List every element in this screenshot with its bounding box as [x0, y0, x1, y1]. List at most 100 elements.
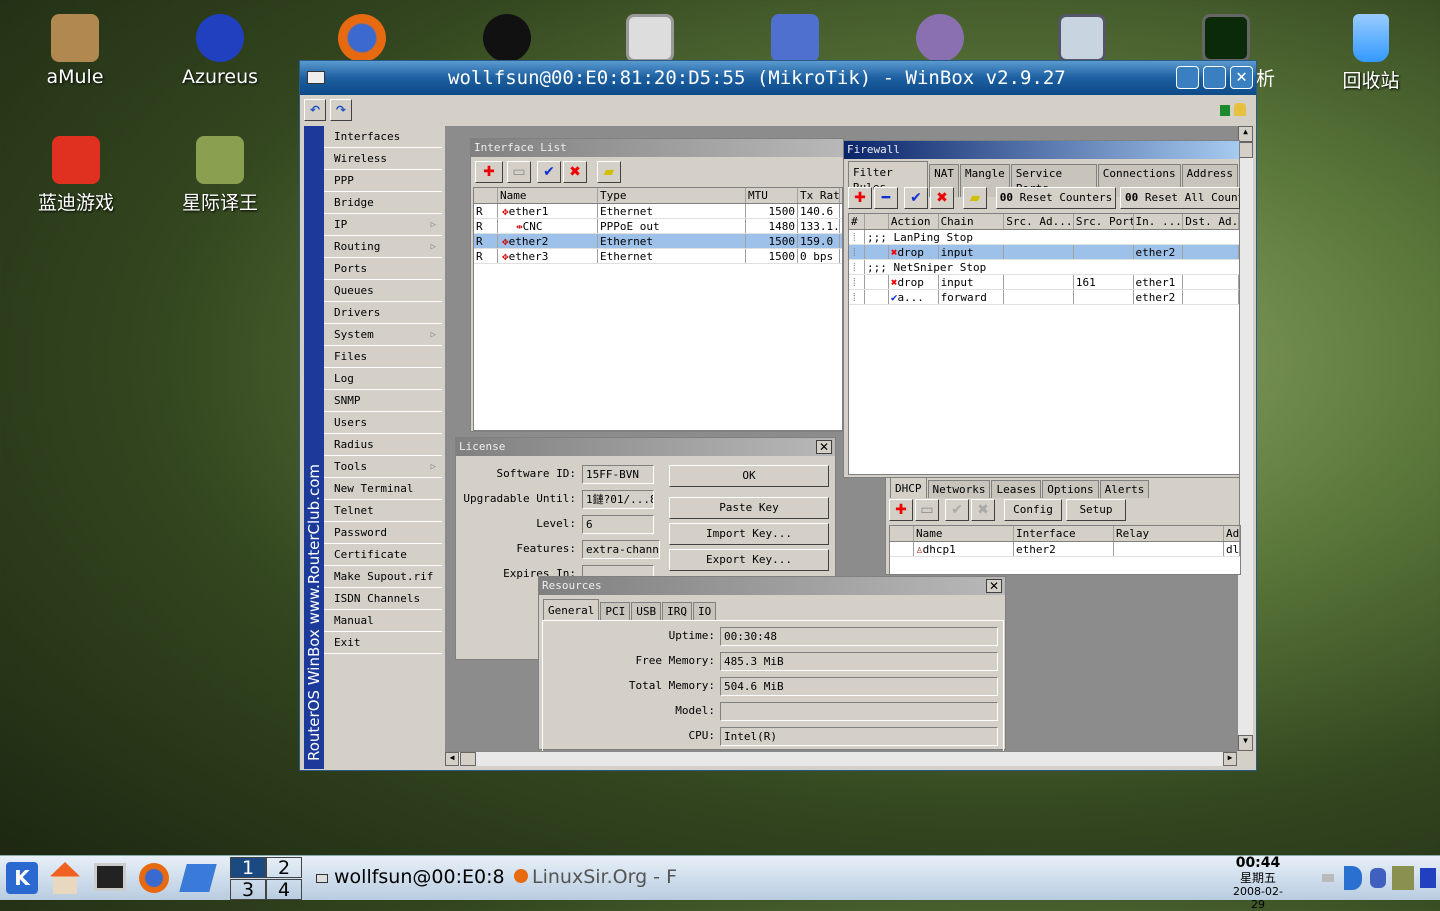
column-header[interactable]: Relay: [1114, 526, 1224, 541]
undo-button[interactable]: ↶: [304, 99, 326, 121]
sidebar-item-wireless[interactable]: Wireless: [324, 148, 442, 170]
add-button[interactable]: ✚: [475, 161, 503, 183]
tab-options[interactable]: Options: [1042, 480, 1099, 498]
tab-irq[interactable]: IRQ: [662, 602, 692, 620]
disable-rule-button[interactable]: ✖: [930, 187, 954, 209]
sidebar-item-log[interactable]: Log: [324, 368, 442, 390]
sidebar-item-certificate[interactable]: Certificate: [324, 544, 442, 566]
rule-row[interactable]: ⁞ ✖drop input 161 ether1: [849, 275, 1240, 290]
remove-rule-button[interactable]: ━: [874, 187, 898, 209]
pager-desktop-2[interactable]: 2: [266, 857, 302, 878]
sidebar-item-new-terminal[interactable]: New Terminal: [324, 478, 442, 500]
pager-desktop-3[interactable]: 3: [230, 879, 266, 900]
resource-value-field[interactable]: 485.3 MiB: [720, 652, 998, 671]
add-rule-button[interactable]: ✚: [848, 187, 872, 209]
sidebar-item-files[interactable]: Files: [324, 346, 442, 368]
sidebar-item-bridge[interactable]: Bridge: [324, 192, 442, 214]
stardict-tray-icon[interactable]: [1392, 866, 1414, 890]
tab-pci[interactable]: PCI: [600, 602, 631, 620]
interface-list-titlebar[interactable]: Interface List: [471, 139, 843, 157]
software-id-field[interactable]: 15FF-BVN: [582, 465, 654, 484]
sidebar-item-drivers[interactable]: Drivers: [324, 302, 442, 324]
column-header[interactable]: Name: [914, 526, 1014, 541]
desktop-icon-monitor[interactable]: [1027, 14, 1137, 66]
maximize-button[interactable]: [1203, 66, 1226, 89]
sidebar-item-routing[interactable]: Routing ▷: [324, 236, 442, 258]
table-row[interactable]: R ✥ether3 Ethernet 1500 0 bps: [474, 249, 842, 264]
table-row[interactable]: ♙dhcp1 ether2 dl: [890, 542, 1240, 557]
reset-all-counters-button[interactable]: 00 Reset All Count: [1120, 187, 1240, 209]
horizontal-scrollbar[interactable]: ◀ ▶: [445, 751, 1237, 766]
column-header[interactable]: [865, 214, 889, 229]
comment-row[interactable]: ⁞;;; LanPing Stop: [849, 230, 1239, 245]
desktop-icon-qq[interactable]: [452, 14, 562, 66]
drag-handle-icon[interactable]: ⁞: [849, 275, 865, 289]
scroll-left-arrow[interactable]: ◀: [445, 752, 459, 766]
desktop-icon-firefox[interactable]: [307, 14, 417, 66]
hscroll-thumb[interactable]: [460, 752, 476, 766]
tab-dhcp[interactable]: DHCP: [890, 477, 927, 498]
clock[interactable]: 00:44 星期五 2008-02-29: [1228, 856, 1288, 911]
sidebar-item-telnet[interactable]: Telnet: [324, 500, 442, 522]
tab-io[interactable]: IO: [692, 602, 717, 620]
resource-value-field[interactable]: 504.6 MiB: [720, 677, 998, 696]
sidebar-item-queues[interactable]: Queues: [324, 280, 442, 302]
level-field[interactable]: 6: [582, 515, 654, 534]
resource-value-field[interactable]: [720, 702, 998, 721]
table-row[interactable]: R⇹CNCPPPoE out1480133.1...: [474, 219, 842, 234]
desktop-icon-mplayer[interactable]: [740, 14, 850, 66]
sidebar-item-tools[interactable]: Tools ▷: [324, 456, 442, 478]
upgradable-field[interactable]: 1鏈?01/...8: [582, 490, 654, 509]
drag-handle-icon[interactable]: ⁞: [849, 230, 865, 244]
license-titlebar[interactable]: License: [456, 438, 835, 456]
desktop-icon-terminal[interactable]: [595, 14, 705, 66]
sidebar-item-snmp[interactable]: SNMP: [324, 390, 442, 412]
remove-dhcp-button[interactable]: ▭: [915, 499, 939, 521]
column-header[interactable]: [474, 188, 498, 203]
sidebar-item-ppp[interactable]: PPP: [324, 170, 442, 192]
firefox-launcher-icon[interactable]: [139, 863, 169, 893]
comment-row[interactable]: ⁞;;; NetSniper Stop: [849, 260, 1239, 275]
sidebar-item-password[interactable]: Password: [324, 522, 442, 544]
remove-button[interactable]: ▭: [507, 161, 531, 183]
close-button[interactable]: ✕: [1230, 66, 1253, 89]
column-header[interactable]: Name: [498, 188, 598, 203]
add-dhcp-button[interactable]: ✚: [889, 499, 913, 521]
sidebar-item-ip[interactable]: IP ▷: [324, 214, 442, 236]
sidebar-item-radius[interactable]: Radius: [324, 434, 442, 456]
sidebar-item-exit[interactable]: Exit: [324, 632, 442, 654]
rule-row[interactable]: ⁞ ✔a... forward ether2: [849, 290, 1240, 305]
drag-handle-icon[interactable]: ⁞: [849, 290, 865, 304]
drag-handle-icon[interactable]: ⁞: [849, 260, 865, 274]
terminal-launcher-icon[interactable]: [94, 863, 126, 891]
sidebar-item-manual[interactable]: Manual: [324, 610, 442, 632]
column-header[interactable]: Src. Port: [1074, 214, 1134, 229]
keyboard-icon[interactable]: [1322, 874, 1334, 882]
desktop-icon-pidgin[interactable]: [885, 14, 995, 66]
scroll-up-arrow[interactable]: ▲: [1238, 126, 1253, 142]
enable-rule-button[interactable]: ✔: [904, 187, 928, 209]
enable-dhcp-button[interactable]: ✔: [945, 499, 969, 521]
resource-value-field[interactable]: 00:30:48: [720, 627, 998, 646]
tab-usb[interactable]: USB: [631, 602, 662, 620]
window-menu-icon[interactable]: [307, 71, 325, 84]
network-icon[interactable]: [1370, 868, 1386, 888]
column-header[interactable]: Type: [598, 188, 746, 203]
desktop-icon-trash[interactable]: 回收站: [1316, 14, 1426, 93]
minimize-button[interactable]: [1176, 66, 1199, 89]
setup-button[interactable]: Setup: [1066, 499, 1126, 521]
tab-alerts[interactable]: Alerts: [1099, 480, 1150, 498]
disable-dhcp-button[interactable]: ✖: [971, 499, 995, 521]
import-key-button[interactable]: Import Key...: [669, 523, 829, 545]
close-license-button[interactable]: ✕: [816, 440, 832, 454]
export-key-button[interactable]: Export Key...: [669, 549, 829, 571]
sidebar-item-ports[interactable]: Ports: [324, 258, 442, 280]
features-field[interactable]: extra-channe: [582, 540, 660, 559]
scroll-right-arrow[interactable]: ▶: [1223, 752, 1237, 766]
column-header[interactable]: Interface: [1014, 526, 1114, 541]
sidebar-item-interfaces[interactable]: Interfaces: [324, 126, 442, 148]
column-header[interactable]: #: [849, 214, 865, 229]
editor-launcher-icon[interactable]: [179, 864, 217, 892]
column-header[interactable]: Action: [889, 214, 939, 229]
config-button[interactable]: Config: [1004, 499, 1062, 521]
